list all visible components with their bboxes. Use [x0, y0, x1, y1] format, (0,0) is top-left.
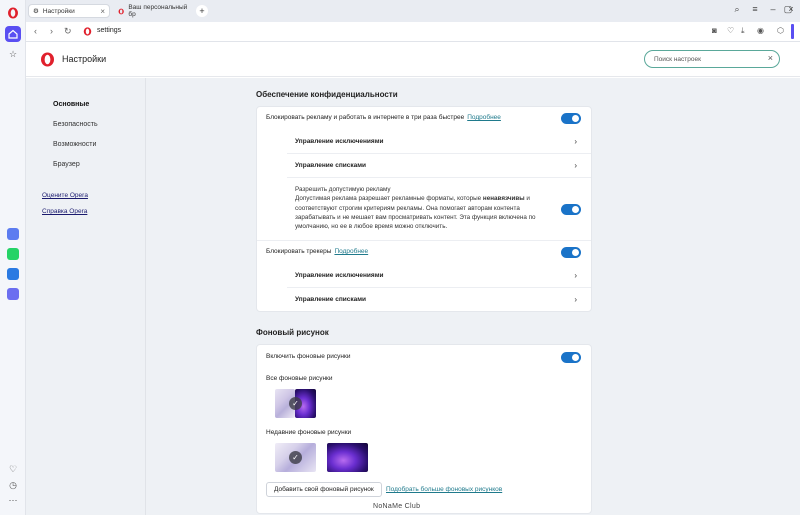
tracker-manage-lists-row[interactable]: Управление списками: [295, 296, 366, 303]
nav-item-features[interactable]: Возможности: [53, 141, 96, 148]
heart-icon[interactable]: ♡: [7, 463, 19, 475]
search-tabs-icon[interactable]: ⌕: [730, 4, 744, 15]
add-wallpaper-button[interactable]: Добавить свой фоновый рисунок: [266, 482, 382, 497]
bookmarks-star-icon[interactable]: ☆: [7, 48, 19, 60]
block-trackers-toggle[interactable]: [561, 247, 581, 258]
block-ads-toggle[interactable]: [561, 113, 581, 124]
close-window-icon[interactable]: ×: [784, 4, 798, 14]
player-app-icon[interactable]: [7, 288, 19, 300]
allow-ads-toggle[interactable]: [561, 204, 581, 215]
clear-search-icon[interactable]: ×: [768, 53, 773, 63]
close-icon[interactable]: ×: [100, 7, 105, 16]
tracker-manage-exceptions-row[interactable]: Управление исключениями: [295, 272, 384, 279]
opera-help-link[interactable]: Справка Opera: [42, 208, 87, 215]
tab-strip: ⚙ Настройки × Ваш персональный бр + ⌕ ≡ …: [26, 0, 800, 22]
selected-check-icon: ✓: [289, 397, 302, 410]
settings-main: Основные Безопасность Возможности Браузе…: [26, 78, 800, 515]
search-input[interactable]: [654, 54, 762, 65]
forward-icon[interactable]: ›: [50, 26, 53, 36]
tab-settings[interactable]: ⚙ Настройки ×: [28, 4, 110, 18]
privacy-section-title: Обеспечение конфиденциальности: [256, 90, 398, 99]
camera-icon[interactable]: ◙: [712, 26, 717, 35]
watermark: NoNaMe Club: [373, 503, 421, 510]
history-clock-icon[interactable]: ◷: [7, 479, 19, 491]
enable-wallpapers-label: Включить фоновые рисунки: [266, 353, 351, 360]
settings-nav: Основные Безопасность Возможности Браузе…: [26, 78, 146, 515]
opera-tab-icon: [118, 8, 124, 14]
opera-logo-icon[interactable]: [7, 7, 19, 19]
divider: [287, 177, 591, 178]
wallpaper-card: Включить фоновые рисунки Все фоновые рис…: [256, 344, 592, 514]
manage-exceptions-row[interactable]: Управление исключениями: [295, 138, 384, 145]
chevron-right-icon[interactable]: ›: [574, 271, 577, 280]
block-ads-more-link[interactable]: Подробнее: [467, 114, 501, 121]
recent-wallpaper-thumb-dark[interactable]: [327, 443, 368, 472]
chevron-right-icon[interactable]: ›: [574, 161, 577, 170]
divider: [287, 287, 591, 288]
enable-wallpapers-toggle[interactable]: [561, 352, 581, 363]
aria-app-icon[interactable]: [7, 228, 19, 240]
home-icon[interactable]: [5, 26, 21, 42]
opera-page-icon: [83, 27, 92, 36]
block-trackers-row: Блокировать трекеры Подробнее: [266, 248, 368, 255]
new-tab-button[interactable]: +: [196, 5, 208, 17]
manage-lists-row[interactable]: Управление списками: [295, 162, 366, 169]
more-wallpapers-link[interactable]: Подобрать больше фоновых рисунков: [386, 486, 502, 493]
minimize-icon[interactable]: –: [766, 4, 780, 14]
divider: [287, 153, 591, 154]
gear-icon: ⚙: [33, 8, 39, 15]
sidebar: ☆ ♡ ◷ ⋯: [0, 0, 26, 515]
block-trackers-label: Блокировать трекеры: [266, 248, 332, 255]
page-title: Настройки: [62, 54, 107, 64]
settings-search-box[interactable]: ×: [644, 50, 780, 68]
whatsapp-icon[interactable]: [7, 248, 19, 260]
address-bar: ‹ › ↻ settings ◙ ♡ ⤓ ◉ ⬡: [26, 22, 800, 42]
vk-icon[interactable]: [7, 268, 19, 280]
tab-menu-icon[interactable]: ≡: [748, 4, 762, 14]
block-ads-label: Блокировать рекламу и работать в интерне…: [266, 114, 465, 121]
selected-check-icon: ✓: [289, 451, 302, 464]
allow-ads-description: Разрешить допустимую рекламу Допустимая …: [295, 185, 550, 231]
nav-item-security[interactable]: Безопасность: [53, 121, 98, 128]
nav-item-basic[interactable]: Основные: [53, 101, 89, 108]
back-icon[interactable]: ‹: [34, 26, 37, 36]
all-wallpapers-label: Все фоновые рисунки: [266, 375, 333, 382]
chevron-right-icon[interactable]: ›: [574, 137, 577, 146]
tab-label: Настройки: [42, 7, 75, 15]
block-trackers-more-link[interactable]: Подробнее: [334, 248, 368, 255]
settings-header: Настройки ×: [26, 43, 800, 77]
tab-personal-browser[interactable]: Ваш персональный бр: [114, 4, 194, 18]
block-ads-row: Блокировать рекламу и работать в интерне…: [266, 114, 501, 121]
divider: [257, 240, 591, 241]
wallpaper-section-title: Фоновый рисунок: [256, 328, 329, 337]
recent-wallpaper-thumb-light[interactable]: ✓: [275, 443, 316, 472]
allow-ads-text-1: Допустимая реклама разрешает рекламные ф…: [295, 195, 483, 203]
allow-ads-title: Разрешить допустимую рекламу: [295, 186, 391, 193]
more-dots-icon[interactable]: ⋯: [7, 494, 19, 506]
reload-icon[interactable]: ↻: [64, 26, 72, 37]
nav-item-browser[interactable]: Браузер: [53, 161, 80, 168]
rate-opera-link[interactable]: Оцените Opera: [42, 192, 88, 199]
url-field[interactable]: settings: [97, 27, 121, 34]
chevron-right-icon[interactable]: ›: [574, 295, 577, 304]
download-icon[interactable]: ⤓: [741, 26, 745, 36]
privacy-card: Блокировать рекламу и работать в интерне…: [256, 106, 592, 312]
tab-label: Ваш персональный бр: [128, 4, 188, 18]
sidebar-toggle-bar[interactable]: [791, 24, 794, 39]
allow-ads-bold: ненавязчивы: [482, 195, 525, 203]
extensions-cube-icon[interactable]: ⬡: [777, 26, 784, 35]
recent-wallpapers-label: Недавние фоновые рисунки: [266, 429, 352, 436]
profile-icon[interactable]: ◉: [757, 26, 764, 35]
opera-logo-icon: [41, 52, 54, 67]
heart-icon[interactable]: ♡: [727, 26, 734, 35]
